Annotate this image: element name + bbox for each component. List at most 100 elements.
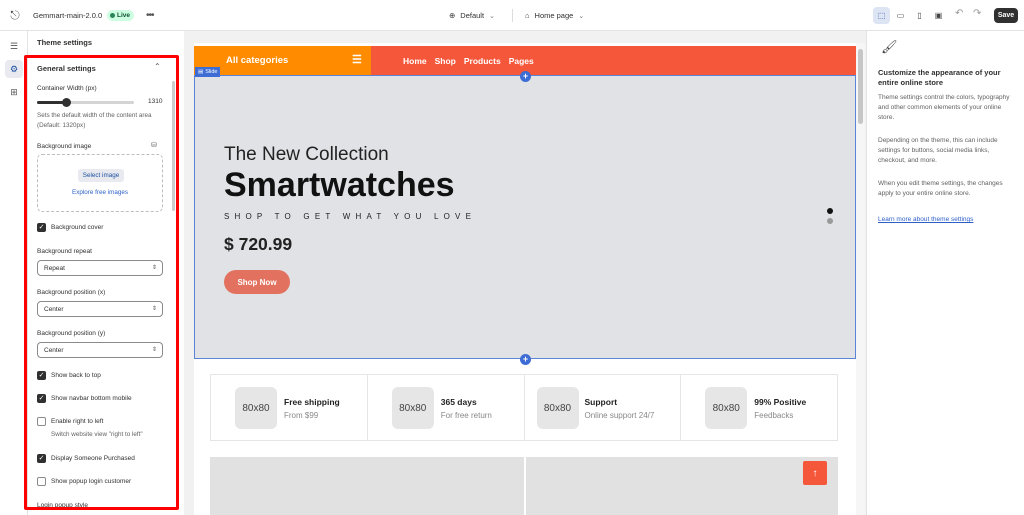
hero-price: $ 720.99 xyxy=(224,234,293,254)
bg-pos-y-value: Center xyxy=(44,346,64,354)
slider-handle[interactable] xyxy=(62,98,71,107)
feature-title: Free shipping xyxy=(284,397,340,407)
page-selector[interactable]: ⌂ Home page ⌄ xyxy=(525,0,584,31)
bg-pos-y-select[interactable]: Center ⇕ xyxy=(37,342,163,358)
mobile-icon[interactable]: ▯ xyxy=(911,7,928,24)
bg-pos-x-value: Center xyxy=(44,305,64,313)
store-menu: Home Shop Products Pages xyxy=(403,46,534,75)
desktop-icon[interactable]: ▭ xyxy=(892,7,909,24)
rtl-checkbox[interactable] xyxy=(37,417,46,426)
feature-subtitle: Feedbacks xyxy=(754,411,794,420)
add-section-icon[interactable]: + xyxy=(520,354,531,365)
bg-pos-x-label: Background position (x) xyxy=(37,289,106,296)
menu-item-home[interactable]: Home xyxy=(403,56,427,66)
slide-tag-label: Slide xyxy=(205,69,218,75)
redo-icon[interactable]: ↷ xyxy=(973,8,981,19)
info-title: Customize the appearance of your entire … xyxy=(878,68,1001,87)
navbar-bottom-checkbox[interactable]: ✓ xyxy=(37,394,46,403)
preview-scrollbar[interactable] xyxy=(856,43,865,515)
feature-subtitle: From $99 xyxy=(284,411,319,420)
menu-item-pages[interactable]: Pages xyxy=(509,56,534,66)
sections-icon[interactable]: ☰ xyxy=(5,37,23,55)
inspector-icon[interactable]: ⬚ xyxy=(873,7,890,24)
slide-dot[interactable] xyxy=(827,218,833,224)
feature-item: 80x80 Support Online support 24/7 xyxy=(525,375,682,440)
all-categories-label: All categories xyxy=(226,55,289,66)
feature-image: 80x80 xyxy=(536,387,579,429)
someone-purchased-label: Display Someone Purchased xyxy=(51,455,135,462)
select-arrows-icon: ⇕ xyxy=(151,347,157,353)
slide-icon: ▤ xyxy=(198,69,204,75)
chevron-up-icon[interactable]: ⌃ xyxy=(154,62,161,71)
select-arrows-icon: ⇕ xyxy=(151,306,157,312)
popup-login-checkbox[interactable] xyxy=(37,477,46,486)
exit-icon[interactable]: ⎋ xyxy=(8,0,22,31)
live-label: Live xyxy=(117,12,131,19)
menu-item-shop[interactable]: Shop xyxy=(435,56,456,66)
theme-settings-icon[interactable]: ⚙ xyxy=(5,60,23,78)
scrollbar-thumb[interactable] xyxy=(858,49,863,124)
bg-cover-label: Background cover xyxy=(51,224,104,231)
back-to-top-checkbox[interactable]: ✓ xyxy=(37,371,46,380)
top-bar: ⎋ Gemmart-main-2.0.0 Live ••• ⊕ Default … xyxy=(0,0,1024,31)
bg-repeat-value: Repeat xyxy=(44,264,65,272)
slide-tag: ▤ Slide xyxy=(195,67,221,77)
hero-tagline: SHOP TO GET WHAT YOU LOVE xyxy=(224,212,477,221)
globe-icon: ⊕ xyxy=(449,11,456,20)
shop-now-button[interactable]: Shop Now xyxy=(224,270,290,294)
fullscreen-icon[interactable]: ▣ xyxy=(930,7,947,24)
info-paragraph: Depending on the theme, this can include… xyxy=(878,137,998,164)
bg-cover-checkbox[interactable]: ✓ xyxy=(37,223,46,232)
image-dropzone[interactable]: Select image Explore free images xyxy=(37,154,163,212)
menu-item-products[interactable]: Products xyxy=(464,56,501,66)
chevron-down-icon: ⌄ xyxy=(489,12,495,20)
container-width-help: Sets the default width of the content ar… xyxy=(37,112,152,129)
slide-dot-active[interactable] xyxy=(827,208,833,214)
feature-title: 365 days xyxy=(440,397,477,407)
undo-icon[interactable]: ↶ xyxy=(955,8,963,19)
all-categories-button[interactable]: All categories ☰ xyxy=(194,46,371,75)
navbar-bottom-label: Show navbar bottom mobile xyxy=(51,395,132,402)
back-to-top-arrow-icon[interactable]: ↑ xyxy=(803,461,827,485)
bg-repeat-label: Background repeat xyxy=(37,248,92,255)
rtl-help: Switch website view "right to left" xyxy=(51,431,143,438)
more-options-icon[interactable]: ••• xyxy=(146,0,154,31)
device-toggle: ⬚ ▭ ▯ ▣ xyxy=(873,7,947,24)
someone-purchased-checkbox[interactable]: ✓ xyxy=(37,454,46,463)
save-button[interactable]: Save xyxy=(994,8,1018,23)
feature-title: 99% Positive xyxy=(754,397,807,407)
theme-selector[interactable]: ⊕ Default ⌄ xyxy=(449,0,495,31)
apps-icon[interactable]: ⊞ xyxy=(5,83,23,101)
info-panel: 🖌 Customize the appearance of your entir… xyxy=(866,31,1024,515)
banner-placeholder xyxy=(210,457,524,515)
select-image-button[interactable]: Select image xyxy=(78,169,124,182)
banner-placeholder xyxy=(526,457,838,515)
popup-login-label: Show popup login customer xyxy=(51,478,132,485)
section-header[interactable]: General settings xyxy=(37,64,96,73)
store-preview: All categories ☰ Home Shop Products Pages… xyxy=(194,43,856,515)
bg-repeat-select[interactable]: Repeat ⇕ xyxy=(37,260,163,276)
hero-slide[interactable]: ▤ Slide + + The New Collection Smartwatch… xyxy=(194,67,856,365)
paintbrush-icon: 🖌 xyxy=(881,39,898,54)
live-badge: Live xyxy=(107,10,135,21)
explore-free-images-link[interactable]: Explore free images xyxy=(38,189,162,196)
container-width-slider[interactable] xyxy=(37,98,134,107)
info-paragraph: Theme settings control the colors, typog… xyxy=(878,94,1010,121)
database-icon[interactable]: ⛁ xyxy=(151,141,157,149)
bg-pos-x-select[interactable]: Center ⇕ xyxy=(37,301,163,317)
chevron-down-icon: ⌄ xyxy=(578,12,585,20)
add-section-icon[interactable]: + xyxy=(520,71,531,82)
panel-scrollbar[interactable] xyxy=(172,81,175,211)
feature-image: 80x80 xyxy=(235,387,277,429)
feature-image: 80x80 xyxy=(391,387,434,429)
hamburger-icon: ☰ xyxy=(352,54,362,66)
features-strip: 80x80 Free shipping From $99 80x80 365 d… xyxy=(210,374,838,441)
theme-editor: ⎋ Gemmart-main-2.0.0 Live ••• ⊕ Default … xyxy=(0,0,1024,515)
settings-panel: Theme settings General settings ⌃ Contai… xyxy=(28,31,184,515)
bg-pos-y-label: Background position (y) xyxy=(37,330,106,337)
learn-more-link[interactable]: Learn more about theme settings xyxy=(878,216,973,223)
feature-title: Support xyxy=(584,397,618,407)
hero-subtitle: The New Collection xyxy=(224,144,389,165)
icon-rail: ☰ ⚙ ⊞ xyxy=(0,31,28,515)
feature-subtitle: Online support 24/7 xyxy=(584,411,655,420)
